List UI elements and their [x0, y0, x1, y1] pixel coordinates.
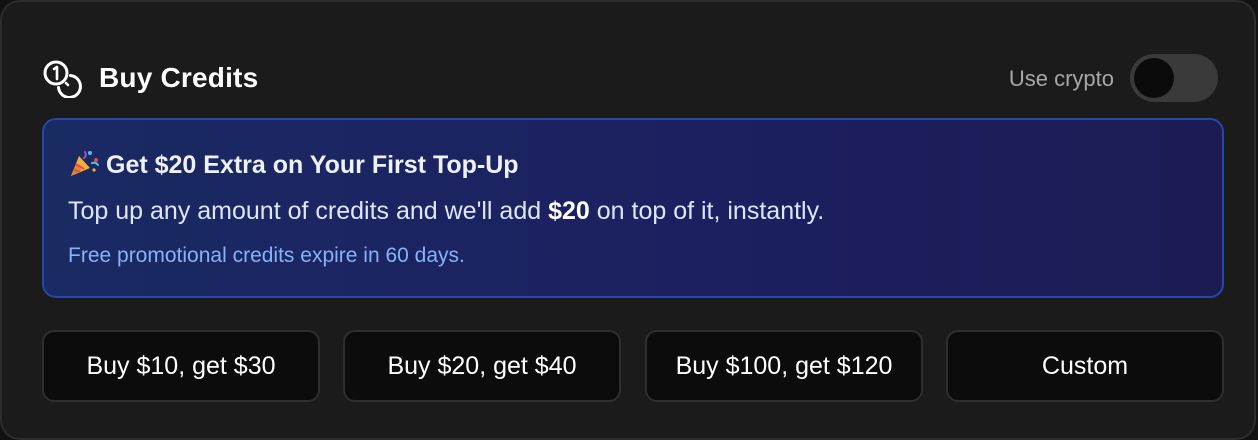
use-crypto-toggle[interactable]: [1130, 54, 1218, 102]
buy-10-button[interactable]: Buy $10, get $30: [42, 330, 320, 402]
buy-100-button[interactable]: Buy $100, get $120: [645, 330, 923, 402]
use-crypto-label: Use crypto: [1008, 66, 1114, 91]
card-header: Buy Credits Use crypto: [42, 54, 1218, 104]
promo-body-start: Top up any amount of credits and we'll a…: [68, 197, 549, 225]
promo-heading-text: Get $20 Extra on Your First Top-Up: [106, 151, 519, 179]
promo-body-end: on top of it, instantly.: [589, 197, 825, 225]
card-title: Buy Credits: [99, 62, 259, 93]
promo-expiry-note: Free promotional credits expire in 60 da…: [68, 244, 465, 267]
promo-heading: Get $20 Extra on Your First Top-Up: [68, 148, 519, 180]
promo-banner: Get $20 Extra on Your First Top-Up Top u…: [42, 118, 1224, 298]
coins-icon: [43, 60, 82, 98]
custom-amount-button[interactable]: Custom: [946, 330, 1224, 402]
purchase-options: Buy $10, get $30 Buy $20, get $40 Buy $1…: [42, 330, 1224, 402]
toggle-knob[interactable]: [1134, 58, 1174, 98]
party-popper-icon: [71, 151, 99, 176]
buy-20-button[interactable]: Buy $20, get $40: [343, 330, 621, 402]
buy-credits-card: Buy Credits Use crypto Get $20 Extra on …: [0, 0, 1256, 440]
promo-bonus-amount: $20: [548, 197, 590, 225]
promo-body: Top up any amount of credits and we'll a…: [68, 197, 824, 226]
